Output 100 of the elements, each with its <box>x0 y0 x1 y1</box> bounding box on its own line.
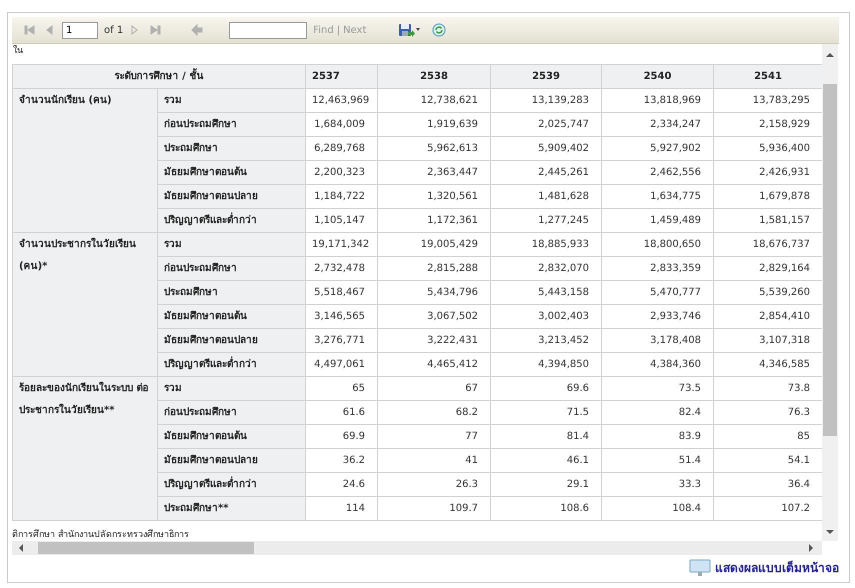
table-cell: 3,213,452 <box>490 328 602 352</box>
scroll-left-icon[interactable] <box>18 544 24 552</box>
last-page-icon <box>149 24 162 36</box>
table-cell: 1,320,561 <box>378 184 490 208</box>
table-cell: 2,445,261 <box>490 160 602 184</box>
table-cell: 2,200,323 <box>306 160 378 184</box>
table-cell: 1,184,722 <box>306 184 378 208</box>
vertical-scrollbar[interactable] <box>822 44 838 541</box>
row-header: ก่อนประถมศึกษา <box>158 400 306 424</box>
table-cell: 24.6 <box>306 472 378 496</box>
scrollbar-thumb[interactable] <box>38 542 254 554</box>
row-header: ประถมศึกษา <box>158 136 306 160</box>
table-cell: 19,171,342 <box>306 232 378 256</box>
back-arrow-icon <box>191 24 204 36</box>
table-cell: 46.1 <box>490 448 602 472</box>
refresh-icon <box>432 23 446 37</box>
fullscreen-link[interactable]: แสดงผลแบบเต็มหน้าจอ <box>715 559 839 577</box>
table-cell: 3,002,403 <box>490 304 602 328</box>
table-cell: 77 <box>378 424 490 448</box>
scroll-right-icon[interactable] <box>808 544 814 552</box>
scroll-down-icon[interactable] <box>826 529 834 535</box>
table-cell: 18,885,933 <box>490 232 602 256</box>
row-header: ปริญญาตรีและต่ำกว่า <box>158 472 306 496</box>
table-cell: 1,684,009 <box>306 112 378 136</box>
table-cell: 5,518,467 <box>306 280 378 304</box>
column-header: 2539 <box>490 64 602 88</box>
row-header: ประถมศึกษา** <box>158 496 306 520</box>
table-cell: 108.4 <box>602 496 714 520</box>
row-header: ประถมศึกษา <box>158 280 306 304</box>
row-header: ปริญญาตรีและต่ำกว่า <box>158 352 306 376</box>
table-cell: 33.3 <box>602 472 714 496</box>
table-cell: 5,909,402 <box>490 136 602 160</box>
table-cell: 2,732,478 <box>306 256 378 280</box>
table-cell: 13,139,283 <box>490 88 602 112</box>
table-cell: 5,927,902 <box>602 136 714 160</box>
row-header: รวม <box>158 376 306 400</box>
table-cell: 1,172,361 <box>378 208 490 232</box>
table-cell: 69.6 <box>490 376 602 400</box>
table-cell: 61.6 <box>306 400 378 424</box>
table-cell: 2,462,556 <box>602 160 714 184</box>
truncated-text: ใน <box>12 44 24 58</box>
table-cell: 2,933,746 <box>602 304 714 328</box>
table-cell: 5,443,158 <box>490 280 602 304</box>
row-header: มัธยมศึกษาตอนต้น <box>158 304 306 328</box>
table-cell: 2,334,247 <box>602 112 714 136</box>
table-cell: 82.4 <box>602 400 714 424</box>
table-cell: 29.1 <box>490 472 602 496</box>
table-cell: 4,394,850 <box>490 352 602 376</box>
save-disk-icon <box>398 23 420 37</box>
row-header: มัธยมศึกษาตอนปลาย <box>158 448 306 472</box>
table-cell: 51.4 <box>602 448 714 472</box>
table-cell: 108.6 <box>490 496 602 520</box>
row-header: มัธยมศึกษาตอนต้น <box>158 424 306 448</box>
table-cell: 3,178,408 <box>602 328 714 352</box>
scroll-up-icon[interactable] <box>826 52 834 58</box>
table-cell: 5,962,613 <box>378 136 490 160</box>
table-cell: 2,363,447 <box>378 160 490 184</box>
table-cell: 36.2 <box>306 448 378 472</box>
table-cell: 4,497,061 <box>306 352 378 376</box>
row-header: ก่อนประถมศึกษา <box>158 112 306 136</box>
table-cell: 12,738,621 <box>378 88 490 112</box>
find-field[interactable] <box>229 22 308 38</box>
table-cell: 1,277,245 <box>490 208 602 232</box>
table-cell: 2,832,070 <box>490 256 602 280</box>
table-cell: 41 <box>378 448 490 472</box>
table-cell: 26.3 <box>378 472 490 496</box>
table-cell: 1,459,489 <box>602 208 714 232</box>
scrollbar-thumb[interactable] <box>823 84 837 436</box>
table-cell: 3,222,431 <box>378 328 490 352</box>
table-cell: 6,289,768 <box>306 136 378 160</box>
table-cell: 5,470,777 <box>602 280 714 304</box>
column-header: 2537 <box>306 64 378 88</box>
table-cell: 18,800,650 <box>602 232 714 256</box>
table-cell: 2,833,359 <box>602 256 714 280</box>
link-separator: | <box>336 24 340 38</box>
page-number-field[interactable]: 1 <box>62 22 98 38</box>
column-header: 2541 <box>714 64 822 88</box>
row-header: รวม <box>158 232 306 256</box>
table-cell: 1,105,147 <box>306 208 378 232</box>
horizontal-scrollbar[interactable] <box>12 541 822 555</box>
table-cell: 3,276,771 <box>306 328 378 352</box>
table-cell: 4,384,360 <box>602 352 714 376</box>
table-cell: 65 <box>306 376 378 400</box>
table-cell: 3,146,565 <box>306 304 378 328</box>
column-header: 2540 <box>602 64 714 88</box>
table-cell: 19,005,429 <box>378 232 490 256</box>
first-page-icon <box>24 24 36 36</box>
table-cell: 67 <box>378 376 490 400</box>
row-header: ก่อนประถมศึกษา <box>158 256 306 280</box>
table-cell: 81.4 <box>490 424 602 448</box>
table-cell: 1,481,628 <box>490 184 602 208</box>
table-cell: 3,067,502 <box>378 304 490 328</box>
table-cell: 1,919,639 <box>378 112 490 136</box>
table-cell: 73.5 <box>602 376 714 400</box>
row-group-header: ร้อยละของนักเรียนในระบบ ต่อประชากรในวัยเรียน** <box>12 376 158 520</box>
table-cell: 2,815,288 <box>378 256 490 280</box>
table-cell: 1,634,775 <box>602 184 714 208</box>
table-cell: 2,025,747 <box>490 112 602 136</box>
column-header: ระดับการศึกษา / ชั้น <box>12 64 306 88</box>
column-header: 2538 <box>378 64 490 88</box>
